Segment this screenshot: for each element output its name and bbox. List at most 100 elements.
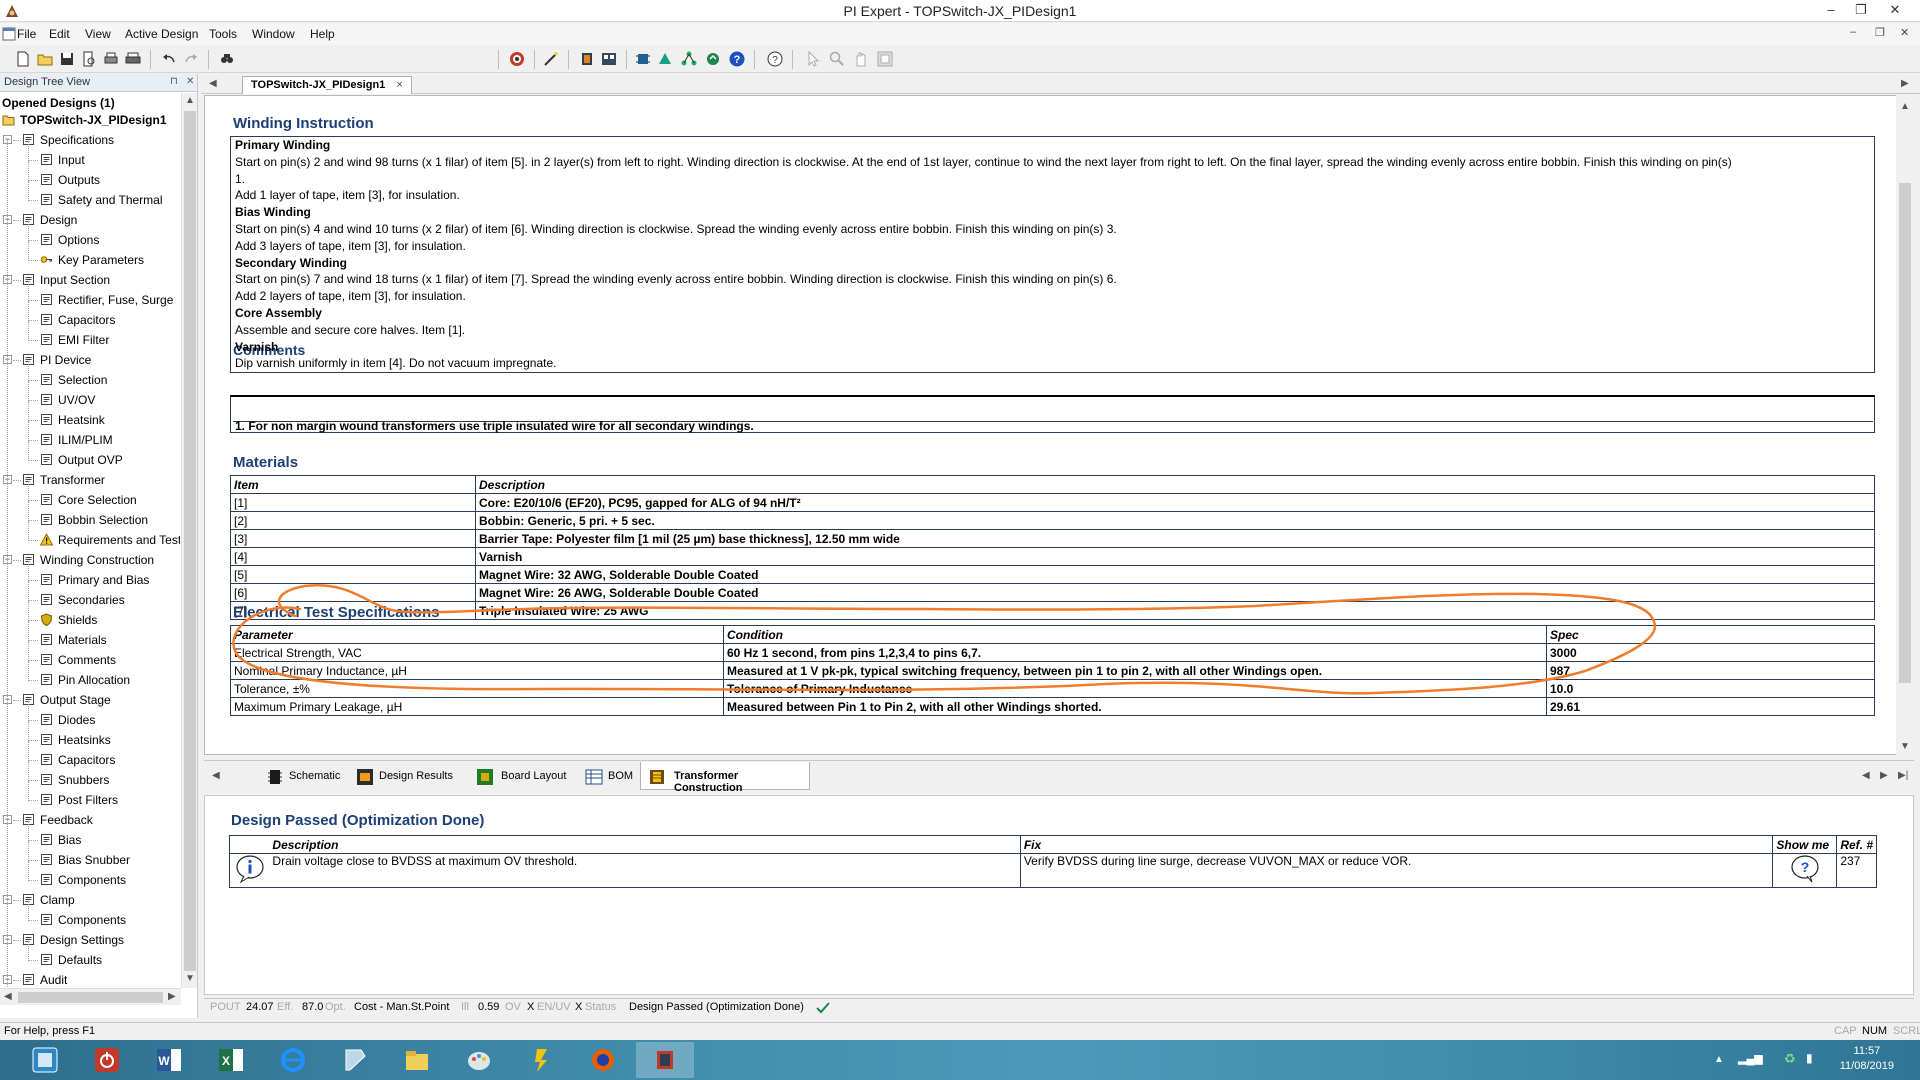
- tab-scroll-left[interactable]: ◀: [209, 78, 217, 89]
- undo-icon[interactable]: [160, 50, 178, 68]
- optimize-icon[interactable]: [508, 50, 526, 68]
- mdi-close-button[interactable]: ✕: [1900, 26, 1909, 39]
- tab-topswitch-design[interactable]: TOPSwitch-JX_PIDesign1 ×: [242, 76, 412, 94]
- tree-item-31[interactable]: Capacitors: [40, 751, 115, 769]
- menu-window[interactable]: Window: [252, 27, 295, 41]
- view-tabs-scroll-left[interactable]: ◀: [212, 770, 220, 781]
- tree-item-12[interactable]: Selection: [40, 371, 107, 389]
- tree-group-settings[interactable]: Design Settings: [22, 931, 124, 949]
- tree-item-9[interactable]: Capacitors: [40, 311, 115, 329]
- tab-scroll-right[interactable]: ▶: [1901, 78, 1909, 89]
- tree-item-15[interactable]: ILIM/PLIM: [40, 431, 113, 449]
- tree-group-design[interactable]: Design: [22, 211, 77, 229]
- tree-item-3[interactable]: Safety and Thermal: [40, 191, 163, 209]
- menu-help[interactable]: Help: [310, 27, 335, 41]
- close-button[interactable]: ✕: [1880, 0, 1910, 22]
- tree-item-35[interactable]: Bias: [40, 831, 81, 849]
- view-tabs-prev[interactable]: ◀: [1862, 770, 1870, 781]
- tree-horizontal-scrollbar[interactable]: ◀ ▶: [0, 988, 181, 1005]
- pin-panel-icon[interactable]: ⊓: [170, 76, 178, 87]
- tab-schematic[interactable]: Schematic: [259, 762, 347, 790]
- taskbar-files[interactable]: [326, 1042, 384, 1078]
- save-icon[interactable]: [58, 50, 76, 68]
- taskbar-flash[interactable]: [512, 1042, 570, 1078]
- print-all-icon[interactable]: [124, 50, 142, 68]
- find-icon[interactable]: [218, 50, 236, 68]
- tree-item-23[interactable]: Secondaries: [40, 591, 125, 609]
- results-tool-icon[interactable]: [600, 50, 618, 68]
- design-wizard-icon[interactable]: [542, 50, 560, 68]
- schematic-tool-icon[interactable]: [634, 50, 652, 68]
- tree-item-16[interactable]: Output OVP: [40, 451, 123, 469]
- tree-item-39[interactable]: Components: [40, 911, 126, 929]
- menu-edit[interactable]: Edit: [49, 27, 70, 41]
- tree-item-36[interactable]: Bias Snubber: [40, 851, 130, 869]
- taskbar-power[interactable]: [78, 1042, 136, 1078]
- tree-group-clamp[interactable]: Clamp: [22, 891, 75, 909]
- tray-battery-icon[interactable]: ▮: [1806, 1051, 1813, 1065]
- taskbar-excel[interactable]: X: [202, 1042, 260, 1078]
- mdi-child-icon[interactable]: [2, 27, 16, 41]
- new-file-icon[interactable]: [14, 50, 32, 68]
- network-tool-icon[interactable]: [680, 50, 698, 68]
- tree-group-spec[interactable]: Specifications: [22, 131, 114, 149]
- tray-wifi-icon[interactable]: ▂▄▆: [1738, 1052, 1763, 1065]
- print-preview-icon[interactable]: [80, 50, 98, 68]
- zoom-icon[interactable]: [828, 50, 846, 68]
- tree-item-29[interactable]: Diodes: [40, 711, 95, 729]
- tree-item-22[interactable]: Primary and Bias: [40, 571, 149, 589]
- taskbar-explorer[interactable]: [388, 1042, 446, 1078]
- minimize-button[interactable]: –: [1816, 0, 1846, 22]
- tree-item-27[interactable]: Pin Allocation: [40, 671, 130, 689]
- tab-board-layout[interactable]: Board Layout: [469, 762, 575, 790]
- menu-file[interactable]: File: [17, 27, 36, 41]
- tray-sync-icon[interactable]: ♻: [1784, 1051, 1796, 1067]
- menu-view[interactable]: View: [85, 27, 111, 41]
- tree-group-winding[interactable]: Winding Construction: [22, 551, 154, 569]
- taskbar-clock[interactable]: 11:57 11/08/2019: [1840, 1044, 1894, 1074]
- tree-hscroll-thumb[interactable]: [18, 992, 163, 1003]
- context-help-icon[interactable]: ?: [766, 50, 784, 68]
- tree-item-5[interactable]: Options: [40, 231, 99, 249]
- pan-icon[interactable]: [852, 50, 870, 68]
- mdi-minimize-button[interactable]: –: [1850, 26, 1856, 38]
- show-me-help-icon[interactable]: ?: [1790, 854, 1820, 884]
- design-root-node[interactable]: TOPSwitch-JX_PIDesign1: [2, 111, 167, 129]
- report-scroll-thumb[interactable]: [1899, 183, 1911, 683]
- tree-item-20[interactable]: Requirements and Test: [40, 531, 180, 549]
- help-icon[interactable]: ?: [728, 50, 746, 68]
- tray-expand-icon[interactable]: ▲: [1714, 1054, 1724, 1065]
- tree-item-1[interactable]: Input: [40, 151, 85, 169]
- message-row[interactable]: Drain voltage close to BVDSS at maximum …: [229, 853, 1877, 888]
- taskbar-ie[interactable]: [264, 1042, 322, 1078]
- tree-vertical-scrollbar[interactable]: ▲ ▼: [181, 93, 197, 988]
- taskbar-start[interactable]: [16, 1042, 74, 1078]
- tree-item-13[interactable]: UV/OV: [40, 391, 95, 409]
- tree-item-37[interactable]: Components: [40, 871, 126, 889]
- tree-item-26[interactable]: Comments: [40, 651, 116, 669]
- open-file-icon[interactable]: [36, 50, 54, 68]
- tree-scroll-thumb[interactable]: [184, 111, 196, 971]
- tree-group-feedback[interactable]: Feedback: [22, 811, 93, 829]
- layout-tool-icon[interactable]: [656, 50, 674, 68]
- menu-tools[interactable]: Tools: [209, 27, 237, 41]
- tree-item-24[interactable]: Shields: [40, 611, 97, 629]
- menu-active-design[interactable]: Active Design: [125, 27, 198, 41]
- tree-item-18[interactable]: Core Selection: [40, 491, 137, 509]
- tree-group-input-section[interactable]: Input Section: [22, 271, 110, 289]
- tree-item-2[interactable]: Outputs: [40, 171, 100, 189]
- tab-transformer-construction[interactable]: Transformer Construction: [640, 762, 810, 794]
- redo-icon[interactable]: [182, 50, 200, 68]
- close-panel-icon[interactable]: ✕: [186, 76, 194, 87]
- tree-item-33[interactable]: Post Filters: [40, 791, 118, 809]
- mdi-restore-button[interactable]: ❐: [1875, 26, 1885, 39]
- print-icon[interactable]: [102, 50, 120, 68]
- tab-close-icon[interactable]: ×: [396, 79, 402, 91]
- tab-bom[interactable]: BOM: [578, 762, 636, 790]
- tree-group-chip[interactable]: PI Device: [22, 351, 91, 369]
- view-tabs-last[interactable]: ▶|: [1898, 770, 1908, 781]
- tree-item-8[interactable]: Rectifier, Fuse, Surge: [40, 291, 173, 309]
- refresh-tool-icon[interactable]: [704, 50, 722, 68]
- report-vertical-scrollbar[interactable]: ▲ ▼: [1896, 95, 1914, 755]
- tree-item-30[interactable]: Heatsinks: [40, 731, 111, 749]
